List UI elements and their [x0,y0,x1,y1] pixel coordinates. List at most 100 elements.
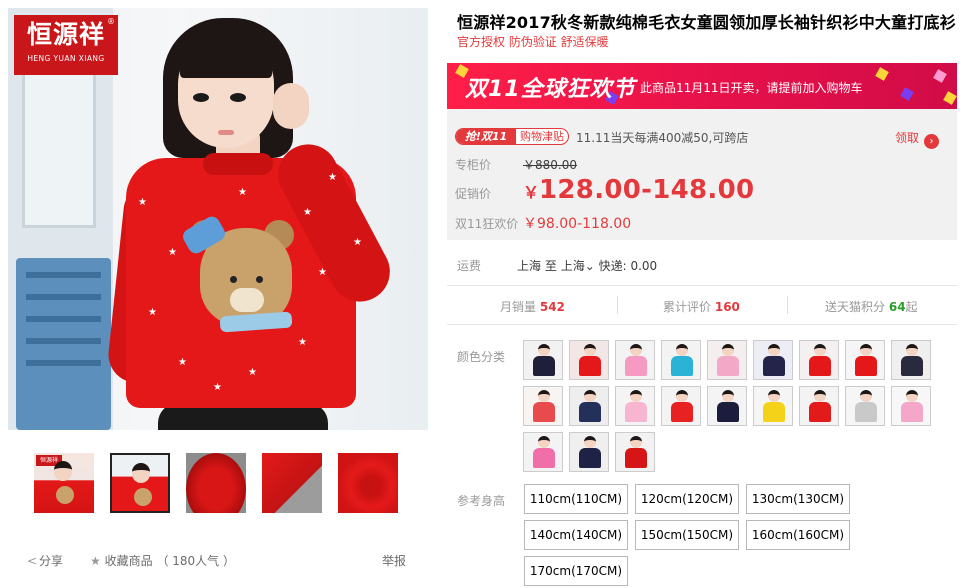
size-option-button[interactable]: 170cm(170CM) [524,556,628,586]
star-decoration: ★ [148,307,157,318]
ship-from: 上海 [517,259,542,273]
thumbnail-2[interactable] [110,453,170,513]
size-option-button[interactable]: 130cm(130CM) [746,484,850,514]
coupon-claim-label: 领取 [894,131,919,145]
star-decoration: ★ [238,187,247,198]
event-price: ￥98.00-118.00 [523,216,632,232]
share-bar: < 分享 ★ 收藏商品 （ 180人气 ） 举报 [27,552,409,570]
ship-to-selector[interactable]: 上海⌄ [561,259,595,273]
brand-logo-english: HENG YUAN XIANG [27,54,105,63]
size-option-button[interactable]: 120cm(120CM) [635,484,739,514]
swatch-sweater [717,402,739,422]
swatch-model [584,390,596,402]
thumbnail-3[interactable] [186,453,246,513]
promo-price: ￥128.00-148.00 [523,175,754,205]
swatch-sweater [579,402,601,422]
thumbnail-bear [134,488,152,506]
swatch-sweater [625,448,647,468]
star-icon: ★ [90,554,101,568]
size-option-button[interactable]: 160cm(160CM) [746,520,850,550]
product-subtitle: 官方授权 防伪验证 舒适保暖 [457,35,609,49]
favorite-button[interactable]: ★ 收藏商品 （ 180人气 ） [90,552,235,569]
color-swatch[interactable] [891,386,931,426]
coupon-row: 抢!双11 购物津贴 11.11当天每满400减50,可跨店 领取 › [455,128,949,149]
thumbnail-4[interactable] [262,453,322,513]
swatch-sweater [579,356,601,376]
coupon-tag-sub: 购物津贴 [520,130,564,143]
swatch-sweater [717,356,739,376]
color-swatch[interactable] [707,340,747,380]
coupon-tag-main: 抢!双11 [456,129,516,144]
arrow-right-circle-icon: › [924,134,939,149]
color-swatch[interactable] [707,386,747,426]
swatch-model [584,344,596,356]
swatch-model [860,344,872,356]
ship-to: 上海 [560,259,585,273]
swatch-model [676,344,688,356]
size-option-button[interactable]: 140cm(140CM) [524,520,628,550]
brand-logo: ® 恒源祥 HENG YUAN XIANG [14,15,118,75]
stats-bar: 月销量 542 累计评价 160 送天猫积分 64起 [447,285,957,325]
favorite-label: 收藏商品 [104,554,153,568]
swatch-sweater [809,356,831,376]
report-link[interactable]: 举报 [382,552,406,569]
color-swatch[interactable] [661,386,701,426]
star-decoration: ★ [168,247,177,258]
model-hand [273,83,309,129]
total-reviews[interactable]: 累计评价 160 [663,298,740,315]
color-swatch[interactable] [523,340,563,380]
share-label: 分享 [39,554,64,568]
confetti-icon [900,87,914,101]
thumbnail-5[interactable] [338,453,398,513]
swatch-sweater [625,356,647,376]
model-bangs [180,38,272,78]
color-swatch[interactable] [615,386,655,426]
size-option-button[interactable]: 150cm(150CM) [635,520,739,550]
color-swatch[interactable] [523,386,563,426]
color-swatch[interactable] [799,386,839,426]
color-swatch[interactable] [615,340,655,380]
confetti-icon [875,67,889,81]
swatch-sweater [901,402,923,422]
share-icon: < [27,554,38,568]
color-swatch[interactable] [569,432,609,472]
thumbnail-bear [56,486,74,504]
currency-symbol: ￥ [523,183,540,202]
color-swatch[interactable] [845,340,885,380]
coupon-claim-button[interactable]: 领取 › [895,129,939,149]
bear-snout [230,288,264,312]
coupon-description: 11.11当天每满400减50,可跨店 [576,131,749,145]
bear-eye-right [256,276,263,283]
confetti-icon [933,69,947,83]
main-product-image[interactable]: ★ ★ ★ ★ ★ ★ ★ ★ ★ ★ ★ ★ ® 恒源祥 HENG YUAN … [8,8,428,430]
bear-eye-left [230,276,237,283]
share-button[interactable]: < 分享 [27,552,63,569]
color-swatch[interactable] [845,386,885,426]
monthly-sales: 月销量 542 [500,298,565,315]
divider [617,296,618,314]
color-swatch[interactable] [615,432,655,472]
color-swatch[interactable] [569,340,609,380]
color-swatch[interactable] [753,340,793,380]
swatch-sweater [855,356,877,376]
star-decoration: ★ [353,237,362,248]
swatch-sweater [809,402,831,422]
bg-blue-chair [16,258,111,430]
color-swatch[interactable] [523,432,563,472]
size-label: 参考身高 [457,494,506,508]
color-swatch[interactable] [661,340,701,380]
product-title: 恒源祥2017秋冬新款纯棉毛衣女童圆领加厚长袖针织衫中大童打底衫 [457,13,956,32]
color-swatch[interactable] [753,386,793,426]
color-swatch[interactable] [891,340,931,380]
swatch-sweater [533,402,555,422]
swatch-model [676,390,688,402]
swatch-model [860,390,872,402]
model-eye-right [230,93,246,102]
size-option-button[interactable]: 110cm(110CM) [524,484,628,514]
star-decoration: ★ [318,267,327,278]
thumbnail-1[interactable]: 恒源祥 [34,453,94,513]
color-swatch[interactable] [569,386,609,426]
color-swatch[interactable] [799,340,839,380]
stat-value: 160 [714,300,740,314]
swatch-model [906,390,918,402]
